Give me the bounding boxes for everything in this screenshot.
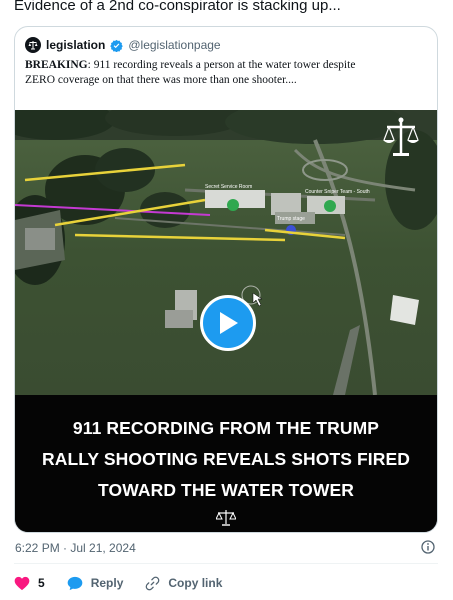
scales-icon — [383, 117, 419, 156]
caption-line-2: RALLY SHOOTING REVEALS SHOTS FIRED — [41, 449, 411, 469]
quoted-tweet-card[interactable]: legislation @legislationpage BREAKING: 9… — [14, 26, 438, 533]
caption-line-3: TOWARD THE WATER TOWER — [98, 480, 354, 500]
tweet-text: Evidence of a 2nd co-conspirator is stac… — [14, 0, 341, 14]
quoted-text-line-2: ZERO coverage on that there was more tha… — [25, 74, 297, 86]
breaking-label: BREAKING — [25, 59, 88, 71]
play-button[interactable] — [200, 295, 256, 351]
link-icon — [146, 576, 160, 590]
reply-label: Reply — [90, 576, 124, 590]
reply-button[interactable]: Reply — [67, 576, 124, 591]
map-label-secret-service: Secret Service Room — [205, 184, 252, 190]
play-icon — [220, 312, 238, 334]
reply-bubble-icon — [67, 576, 83, 590]
quoted-tweet-text: BREAKING: 911 recording reveals a person… — [25, 58, 430, 88]
map-label-trump-stage: Trump stage — [277, 216, 305, 222]
tweet-actions: 5 Reply Copy link — [14, 573, 244, 593]
avatar[interactable] — [25, 37, 41, 53]
map-label-counter-sniper: Counter Sniper Team - South — [305, 189, 370, 195]
quoted-handle[interactable]: @legislationpage — [128, 38, 220, 52]
copy-link-label: Copy link — [168, 576, 223, 590]
video-player[interactable]: Secret Service Room Counter Sniper Team … — [15, 110, 437, 532]
quoted-display-name[interactable]: legislation — [46, 38, 105, 52]
verified-badge-icon — [110, 39, 124, 52]
copy-link-button[interactable]: Copy link — [145, 576, 222, 591]
like-count: 5 — [38, 576, 45, 590]
video-caption: 911 RECORDING FROM THE TRUMP RALLY SHOOT… — [15, 413, 437, 506]
quoted-text-line-1: : 911 recording reveals a person at the … — [87, 59, 356, 71]
divider — [14, 563, 438, 564]
aerial-view-image: Secret Service Room Counter Sniper Team … — [15, 110, 437, 395]
quoted-tweet-header: legislation @legislationpage — [25, 36, 221, 54]
video-caption-area: 911 RECORDING FROM THE TRUMP RALLY SHOOT… — [15, 395, 437, 532]
info-icon[interactable] — [421, 540, 435, 554]
scales-icon — [216, 510, 236, 526]
like-button[interactable]: 5 — [14, 576, 45, 591]
tweet-timestamp[interactable]: 6:22 PM · Jul 21, 2024 — [15, 541, 136, 555]
caption-line-1: 911 RECORDING FROM THE TRUMP — [72, 418, 380, 438]
heart-icon — [14, 576, 30, 590]
